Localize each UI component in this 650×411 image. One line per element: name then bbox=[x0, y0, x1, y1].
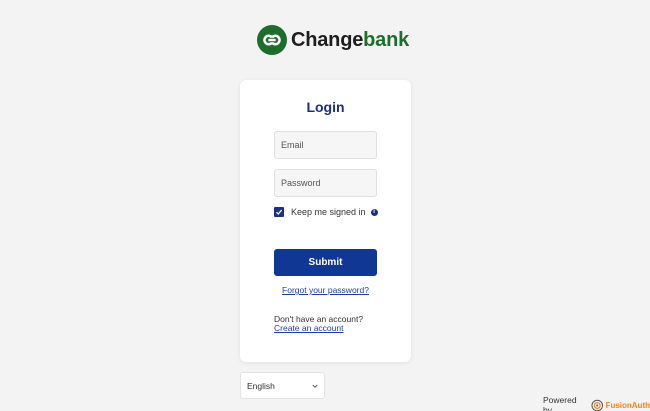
forgot-password-link[interactable]: Forgot your password? bbox=[240, 285, 411, 295]
submit-button[interactable]: Submit bbox=[274, 249, 377, 276]
checkmark-icon bbox=[276, 209, 283, 215]
login-page: Changebank Login Keep me signed in i Sub… bbox=[0, 0, 650, 411]
fusionauth-link[interactable]: FusionAuth bbox=[606, 401, 650, 410]
remember-me-checkbox[interactable] bbox=[274, 207, 284, 217]
login-title: Login bbox=[306, 99, 345, 115]
email-field[interactable] bbox=[274, 131, 377, 159]
password-field[interactable] bbox=[274, 169, 377, 197]
brand-name-accent: bank bbox=[363, 28, 410, 51]
info-icon[interactable]: i bbox=[370, 208, 378, 216]
brand-name-main: Change bbox=[291, 28, 364, 51]
login-card: Login Keep me signed in i Submit Forgot … bbox=[240, 80, 411, 362]
powered-by-footer: Powered by FusionAuth bbox=[543, 395, 650, 411]
powered-by-text: Powered by bbox=[543, 395, 577, 411]
chevron-down-icon bbox=[312, 384, 318, 388]
fusionauth-logo-icon bbox=[591, 399, 604, 411]
changebank-logo-icon bbox=[257, 25, 287, 55]
brand-name: Changebank bbox=[291, 29, 409, 52]
language-select[interactable]: English bbox=[240, 372, 325, 399]
remember-me-label: Keep me signed in bbox=[291, 207, 366, 217]
remember-me-row: Keep me signed in i bbox=[274, 206, 378, 218]
create-account-link[interactable]: Create an account bbox=[274, 323, 343, 333]
language-selected-value: English bbox=[247, 380, 275, 391]
brand-header: Changebank bbox=[257, 25, 409, 55]
